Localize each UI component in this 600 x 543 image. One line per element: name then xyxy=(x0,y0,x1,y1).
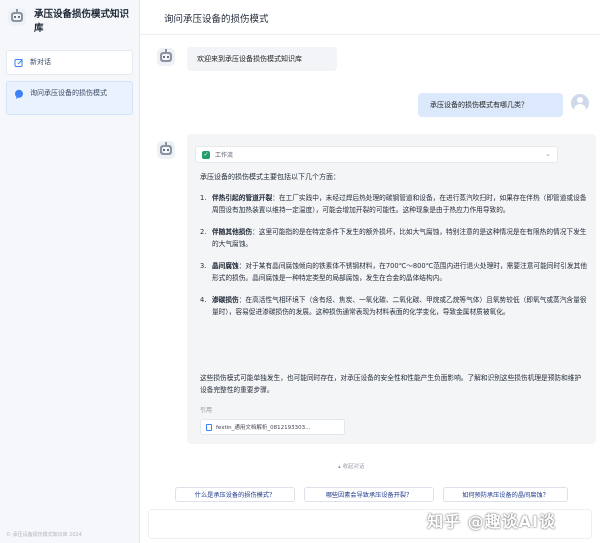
list-item-number: 1. xyxy=(200,194,207,202)
answer-list: 1. 伴热引起的管道开裂：在工厂实践中，未经过焊后热处理的碳钢管道和设备，在进行… xyxy=(200,192,590,328)
list-item-text: ：在高活性气相环境下（含有烃、焦炭、一氧化碳、二氧化碳、甲烷或乙烷等气体）且氧势… xyxy=(212,296,587,316)
workflow-label: 工作流 xyxy=(215,152,234,159)
user-avatar-icon xyxy=(571,94,589,112)
welcome-text: 欢迎来到承压设备损伤模式知识库 xyxy=(197,55,302,63)
edit-icon xyxy=(14,59,23,67)
welcome-message: 欢迎来到承压设备损伤模式知识库 xyxy=(187,47,337,71)
list-item: 4. 渗碳损伤：在高活性气相环境下（含有烃、焦炭、一氧化碳、二氧化碳、甲烷或乙烷… xyxy=(200,294,590,318)
list-item-number: 4. xyxy=(200,296,207,304)
page-title: 询问承压设备的损伤模式 xyxy=(164,14,269,25)
list-item-number: 2. xyxy=(200,228,207,236)
citation-card[interactable]: fextin_通用文档解析_0812193303... xyxy=(200,419,345,435)
suggested-question-1[interactable]: 什么是承压设备的损伤模式？ xyxy=(175,487,295,502)
watermark: 知乎 @趣谈AI谈 xyxy=(427,512,556,531)
sidebar-item-conversation[interactable]: 询问承压设备的损伤模式 xyxy=(6,81,133,115)
list-item-title: 伴热引起的管道开裂 xyxy=(212,194,273,202)
list-item: 3. 晶间腐蚀：对于某有晶间腐蚀倾向的铁素体不锈钢材料，在700℃～800℃范围… xyxy=(200,260,590,284)
check-icon: ✓ xyxy=(202,150,210,159)
list-item-text: ：这里可能指的是在特定条件下发生的额外损坏，比如大气腐蚀，特别注意的是这种情况是… xyxy=(212,228,587,248)
chevron-down-icon[interactable]: ⌄ xyxy=(545,150,551,158)
list-item: 2. 伴随其他损伤：这里可能指的是在特定条件下发生的额外损坏，比如大气腐蚀，特别… xyxy=(200,226,590,250)
header-divider xyxy=(140,34,600,35)
new-chat-label: 新对话 xyxy=(30,58,51,66)
collapse-label: 收起对话 xyxy=(342,464,365,470)
citation-filename: fextin_通用文档解析_0812193303... xyxy=(216,425,311,431)
answer-message: ✓ 工作流 ⌄ 承压设备的损伤模式主要包括以下几个方面： 1. 伴热引起的管道开… xyxy=(187,134,596,444)
list-item-title: 渗碳损伤 xyxy=(212,296,239,304)
bot-avatar-icon xyxy=(157,48,175,66)
user-question-text: 承压设备的损伤模式有哪几类？ xyxy=(430,101,528,109)
suggestion-text: 哪些因素会导致承压设备开裂？ xyxy=(325,492,413,499)
bot-avatar-icon xyxy=(157,141,175,159)
suggested-question-2[interactable]: 哪些因素会导致承压设备开裂？ xyxy=(304,487,434,502)
suggestion-text: 如何预防承压设备的晶间腐蚀？ xyxy=(462,492,549,499)
brand: 承压设备损伤模式知识库 xyxy=(0,0,139,50)
new-chat-button[interactable]: 新对话 xyxy=(6,50,133,75)
citation-label: 引用 xyxy=(200,407,213,414)
document-icon xyxy=(206,423,212,431)
robot-logo-icon xyxy=(8,8,26,26)
answer-summary: 这些损伤模式可能单独发生，也可能同时存在，对承压设备的安全性和性能产生负面影响。… xyxy=(200,374,582,394)
sidebar-footer: © 承压设备损伤模式知识库 2024 xyxy=(6,532,82,538)
chat-bubble-icon xyxy=(15,89,23,99)
collapse-conversation-button[interactable]: ▴ 收起对话 xyxy=(338,462,365,470)
sidebar: 承压设备损伤模式知识库 新对话 询问承压设备的损伤模式 © 承压设备损伤模式知识… xyxy=(0,0,140,543)
list-item-text: ：对于某有晶间腐蚀倾向的铁素体不锈钢材料，在700℃～800℃范围内进行退火处理… xyxy=(212,262,587,282)
suggested-question-3[interactable]: 如何预防承压设备的晶间腐蚀？ xyxy=(443,487,568,502)
conversation-label: 询问承压设备的损伤模式 xyxy=(30,89,107,97)
app-title: 承压设备损伤模式知识库 xyxy=(34,9,130,34)
list-item: 1. 伴热引起的管道开裂：在工厂实践中，未经过焊后热处理的碳钢管道和设备，在进行… xyxy=(200,192,590,216)
chat-main: 询问承压设备的损伤模式 欢迎来到承压设备损伤模式知识库 承压设备的损伤模式有哪几… xyxy=(140,0,600,543)
answer-intro: 承压设备的损伤模式主要包括以下几个方面： xyxy=(200,173,340,181)
list-item-number: 3. xyxy=(200,262,207,270)
list-item-title: 伴随其他损伤 xyxy=(212,228,253,236)
suggestion-text: 什么是承压设备的损伤模式？ xyxy=(194,492,276,499)
workflow-panel[interactable]: ✓ 工作流 ⌄ xyxy=(195,146,558,163)
list-item-title: 晶间腐蚀 xyxy=(212,262,239,270)
user-message: 承压设备的损伤模式有哪几类？ xyxy=(418,93,563,117)
